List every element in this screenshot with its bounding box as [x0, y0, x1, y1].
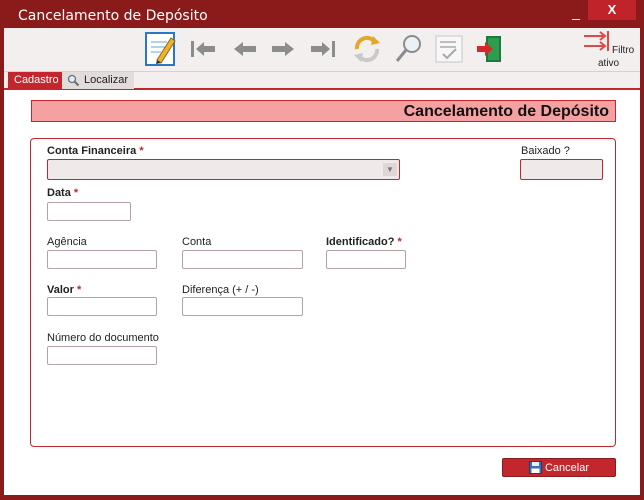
conta-label: Conta — [182, 236, 212, 248]
conta-input[interactable] — [182, 250, 303, 269]
baixado-label: Baixado ? — [521, 145, 570, 157]
last-record-icon — [311, 41, 335, 57]
search-icon — [395, 35, 421, 62]
refresh-icon — [354, 35, 380, 63]
page-title: Cancelamento de Depósito — [403, 103, 609, 120]
valor-input[interactable] — [47, 297, 157, 316]
search-button[interactable] — [392, 32, 426, 66]
floppy-disk-icon — [528, 461, 542, 474]
data-label: Data * — [47, 187, 79, 199]
chevron-down-icon[interactable]: ▼ — [383, 163, 397, 176]
checklist-icon — [435, 35, 463, 63]
previous-record-button[interactable] — [228, 32, 262, 66]
window: Cancelamento de Depósito _ X Filtro ativ… — [0, 0, 644, 500]
minimize-button[interactable]: _ — [566, 2, 586, 22]
filter-status: ativo — [598, 58, 620, 69]
toolbar: Filtro ativo — [4, 28, 640, 72]
tab-localizar-label: Localizar — [84, 74, 129, 86]
identificado-label: Identificado? * — [326, 236, 402, 248]
valor-label: Valor * — [47, 284, 82, 296]
edit-button[interactable] — [144, 32, 178, 66]
next-record-button[interactable] — [266, 32, 300, 66]
tab-bar: Cadastro Localizar — [4, 72, 640, 90]
title-bar: Cancelamento de Depósito _ X — [0, 0, 644, 28]
form-panel: Conta Financeira * ▼ Baixado ? Data * Ag… — [30, 138, 616, 447]
numero-documento-label: Número do documento — [47, 332, 159, 344]
filter-arrows-icon — [584, 31, 609, 51]
window-title: Cancelamento de Depósito — [18, 8, 208, 24]
diferenca-input[interactable] — [182, 297, 303, 316]
last-record-button[interactable] — [306, 32, 340, 66]
refresh-button[interactable] — [350, 32, 384, 66]
close-button[interactable]: X — [588, 0, 636, 20]
cancel-button[interactable]: Cancelar — [502, 458, 616, 477]
tab-localizar[interactable]: Localizar — [62, 72, 135, 89]
first-record-button[interactable] — [186, 32, 220, 66]
checklist-button[interactable] — [432, 32, 466, 66]
exit-button[interactable] — [472, 32, 506, 66]
next-record-icon — [272, 42, 294, 56]
first-record-icon — [191, 41, 215, 57]
edit-icon — [145, 32, 176, 66]
identificado-input[interactable] — [326, 250, 406, 269]
conta-financeira-label: Conta Financeira * — [47, 145, 144, 157]
numero-documento-input[interactable] — [47, 346, 157, 365]
filter-label: Filtro — [612, 45, 635, 56]
agencia-label: Agência — [47, 236, 87, 248]
cancel-label: Cancelar — [544, 461, 590, 474]
conta-financeira-select[interactable]: ▼ — [47, 159, 400, 180]
baixado-field[interactable] — [520, 159, 603, 180]
filter-toggle[interactable]: Filtro ativo — [582, 30, 638, 70]
page-heading-bar: Cancelamento de Depósito — [31, 100, 616, 122]
tab-cadastro[interactable]: Cadastro — [8, 72, 65, 89]
magnifier-icon — [67, 74, 80, 87]
data-input[interactable] — [47, 202, 131, 221]
content-area: Filtro ativo Cadastro Localizar Cancelam… — [4, 28, 640, 495]
exit-icon — [477, 36, 501, 62]
agencia-input[interactable] — [47, 250, 157, 269]
diferenca-label: Diferença (+ / -) — [182, 284, 259, 296]
previous-record-icon — [234, 42, 256, 56]
